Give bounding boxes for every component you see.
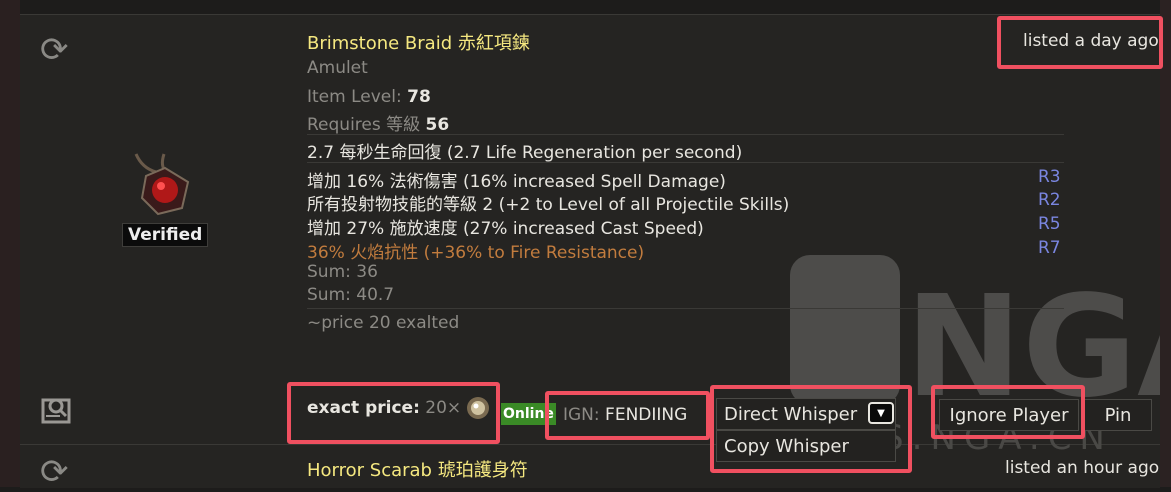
next-item-name[interactable]: Horror Scarab 琥珀護身符 <box>307 456 528 482</box>
sum-value: Sum: 36 <box>307 262 378 282</box>
highlight-box <box>997 16 1163 69</box>
highlight-box <box>710 385 912 473</box>
mod-rank: R3 <box>1038 167 1061 187</box>
implicit-mod: 2.7 每秒生命回復 (2.7 Life Regeneration per se… <box>307 143 743 163</box>
mod-rank: R7 <box>1038 238 1061 258</box>
requires-label: Requires 等級 <box>307 115 421 135</box>
highlight-box <box>287 382 500 444</box>
requires-level: Requires 等級 56 <box>307 110 449 135</box>
refresh-icon[interactable]: ⟳ <box>40 455 69 489</box>
explicit-mod: 所有投射物技能的等級 2 (+2 to Level of all Project… <box>307 195 790 215</box>
item-type: Amulet <box>307 58 368 78</box>
background-right <box>1160 0 1171 487</box>
sum-value: Sum: 40.7 <box>307 285 395 305</box>
divider <box>307 308 1064 309</box>
background-left <box>0 0 20 487</box>
highlight-box <box>545 391 710 440</box>
explicit-mod: 增加 16% 法術傷害 (16% increased Spell Damage) <box>307 172 726 192</box>
verified-badge: Verified <box>122 223 209 247</box>
explicit-mod: 增加 27% 施放速度 (27% increased Cast Speed) <box>307 219 704 239</box>
search-listing-icon[interactable] <box>40 394 74 424</box>
item-level-value: 78 <box>407 87 431 107</box>
item-level: Item Level: 78 <box>307 87 431 107</box>
divider <box>307 162 1064 163</box>
mod-rank: R5 <box>1038 214 1061 234</box>
price-note: ~price 20 exalted <box>307 313 460 333</box>
explicit-mod: 36% 火焰抗性 (+36% to Fire Resistance) <box>307 243 645 263</box>
refresh-icon[interactable]: ⟳ <box>40 33 69 67</box>
amulet-icon <box>134 153 190 216</box>
item-name[interactable]: Brimstone Braid 赤紅項鍊 <box>307 29 530 55</box>
pin-label: Pin <box>1104 404 1132 426</box>
pin-button[interactable]: Pin <box>1084 399 1152 431</box>
mod-rank: R2 <box>1038 190 1061 210</box>
highlight-box <box>931 385 1085 439</box>
requires-value: 56 <box>425 115 450 135</box>
next-listed-time: listed an hour ago <box>1005 458 1160 478</box>
item-level-label: Item Level: <box>307 87 402 107</box>
divider <box>307 134 1064 135</box>
